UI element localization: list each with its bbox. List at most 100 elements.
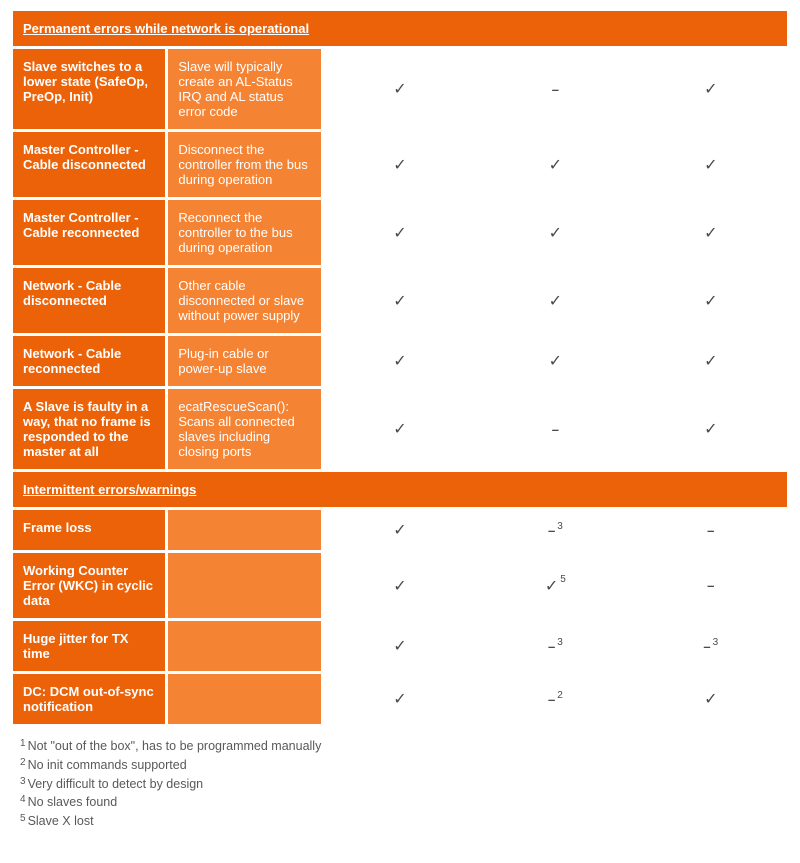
row-description <box>168 621 320 671</box>
check-icon: ✓ <box>704 691 717 708</box>
dash-icon: – <box>703 639 710 654</box>
check-icon: ✓ <box>393 293 406 310</box>
col-2-mark: –3 <box>479 510 631 550</box>
section-header: Permanent errors while network is operat… <box>13 11 787 46</box>
col-2-mark: – <box>479 49 631 129</box>
dash-icon: – <box>707 523 714 538</box>
check-icon: ✓ <box>393 578 406 595</box>
col-2-mark: ✓ <box>479 200 631 265</box>
table-row: Network - Cable reconnectedPlug-in cable… <box>13 336 787 386</box>
col-1-mark: ✓ <box>324 389 476 469</box>
col-1-mark: ✓ <box>324 200 476 265</box>
footnote-number: 4 <box>20 794 26 805</box>
footnote-text: Slave X lost <box>28 814 94 828</box>
col-1-mark: ✓ <box>324 674 476 724</box>
row-label: Master Controller - Cable disconnected <box>13 132 165 197</box>
footnote-text: Not "out of the box", has to be programm… <box>28 739 322 753</box>
footnote: 3Very difficult to detect by design <box>20 775 780 794</box>
section-title: Intermittent errors/warnings <box>23 482 196 497</box>
check-icon: ✓ <box>393 421 406 438</box>
col-1-mark: ✓ <box>324 132 476 197</box>
col-1-mark: ✓ <box>324 336 476 386</box>
table-row: Master Controller - Cable disconnectedDi… <box>13 132 787 197</box>
error-table: Permanent errors while network is operat… <box>10 8 790 727</box>
footnote-ref: 5 <box>560 574 566 585</box>
dash-icon: – <box>548 523 555 538</box>
row-description: Slave will typically create an AL-Status… <box>168 49 320 129</box>
footnote-ref: 3 <box>557 637 563 648</box>
check-icon: ✓ <box>704 157 717 174</box>
row-description <box>168 510 320 550</box>
check-icon: ✓ <box>704 293 717 310</box>
col-2-mark: – <box>479 389 631 469</box>
col-2-mark: ✓ <box>479 132 631 197</box>
col-3-mark: – <box>635 553 787 618</box>
dash-icon: – <box>548 639 555 654</box>
col-3-mark: ✓ <box>635 49 787 129</box>
row-description: Disconnect the controller from the bus d… <box>168 132 320 197</box>
footnote-ref: 2 <box>557 690 563 701</box>
footnote-number: 5 <box>20 813 26 824</box>
row-label: DC: DCM out-of-sync notification <box>13 674 165 724</box>
dash-icon: – <box>707 578 714 593</box>
dash-icon: – <box>552 82 559 97</box>
col-3-mark: ✓ <box>635 674 787 724</box>
footnote-text: Very difficult to detect by design <box>28 777 204 791</box>
col-2-mark: ✓ <box>479 268 631 333</box>
footnotes: 1Not "out of the box", has to be program… <box>10 727 790 831</box>
table-row: Master Controller - Cable reconnectedRec… <box>13 200 787 265</box>
table-row: A Slave is faulty in a way, that no fram… <box>13 389 787 469</box>
check-icon: ✓ <box>549 293 562 310</box>
check-icon: ✓ <box>549 353 562 370</box>
col-2-mark: ✓ <box>479 336 631 386</box>
check-icon: ✓ <box>545 578 558 595</box>
check-icon: ✓ <box>704 353 717 370</box>
col-1-mark: ✓ <box>324 268 476 333</box>
col-3-mark: ✓ <box>635 336 787 386</box>
footnote: 2No init commands supported <box>20 756 780 775</box>
col-3-mark: ✓ <box>635 268 787 333</box>
section-title: Permanent errors while network is operat… <box>23 21 309 36</box>
table-row: DC: DCM out-of-sync notification ✓ –2 ✓ <box>13 674 787 724</box>
table-row: Network - Cable disconnectedOther cable … <box>13 268 787 333</box>
row-label: Frame loss <box>13 510 165 550</box>
footnote: 4No slaves found <box>20 793 780 812</box>
check-icon: ✓ <box>704 225 717 242</box>
table-row: Frame loss✓–3– <box>13 510 787 550</box>
col-1-mark: ✓ <box>324 553 476 618</box>
check-icon: ✓ <box>393 522 406 539</box>
check-icon: ✓ <box>549 157 562 174</box>
footnote: 5Slave X lost <box>20 812 780 831</box>
col-1-mark: ✓ <box>324 49 476 129</box>
check-icon: ✓ <box>393 638 406 655</box>
row-label: Network - Cable reconnected <box>13 336 165 386</box>
row-description: ecatRescueScan(): Scans all connected sl… <box>168 389 320 469</box>
col-2-mark: –3 <box>479 621 631 671</box>
col-3-mark: ✓ <box>635 200 787 265</box>
row-description <box>168 553 320 618</box>
check-icon: ✓ <box>393 225 406 242</box>
row-label: Master Controller - Cable reconnected <box>13 200 165 265</box>
row-label: Huge jitter for TX time <box>13 621 165 671</box>
col-3-mark: –3 <box>635 621 787 671</box>
row-label: Slave switches to a lower state (SafeOp,… <box>13 49 165 129</box>
col-3-mark: – <box>635 510 787 550</box>
table-row: Slave switches to a lower state (SafeOp,… <box>13 49 787 129</box>
col-2-mark: –2 <box>479 674 631 724</box>
footnote-ref: 3 <box>713 637 719 648</box>
footnote: 1Not "out of the box", has to be program… <box>20 737 780 756</box>
check-icon: ✓ <box>393 157 406 174</box>
check-icon: ✓ <box>704 421 717 438</box>
dash-icon: – <box>548 692 555 707</box>
dash-icon: – <box>552 422 559 437</box>
check-icon: ✓ <box>393 81 406 98</box>
check-icon: ✓ <box>393 353 406 370</box>
check-icon: ✓ <box>393 691 406 708</box>
row-label: Network - Cable disconnected <box>13 268 165 333</box>
check-icon: ✓ <box>704 81 717 98</box>
footnote-number: 2 <box>20 757 26 768</box>
col-3-mark: ✓ <box>635 389 787 469</box>
col-2-mark: ✓5 <box>479 553 631 618</box>
col-1-mark: ✓ <box>324 621 476 671</box>
row-label: A Slave is faulty in a way, that no fram… <box>13 389 165 469</box>
